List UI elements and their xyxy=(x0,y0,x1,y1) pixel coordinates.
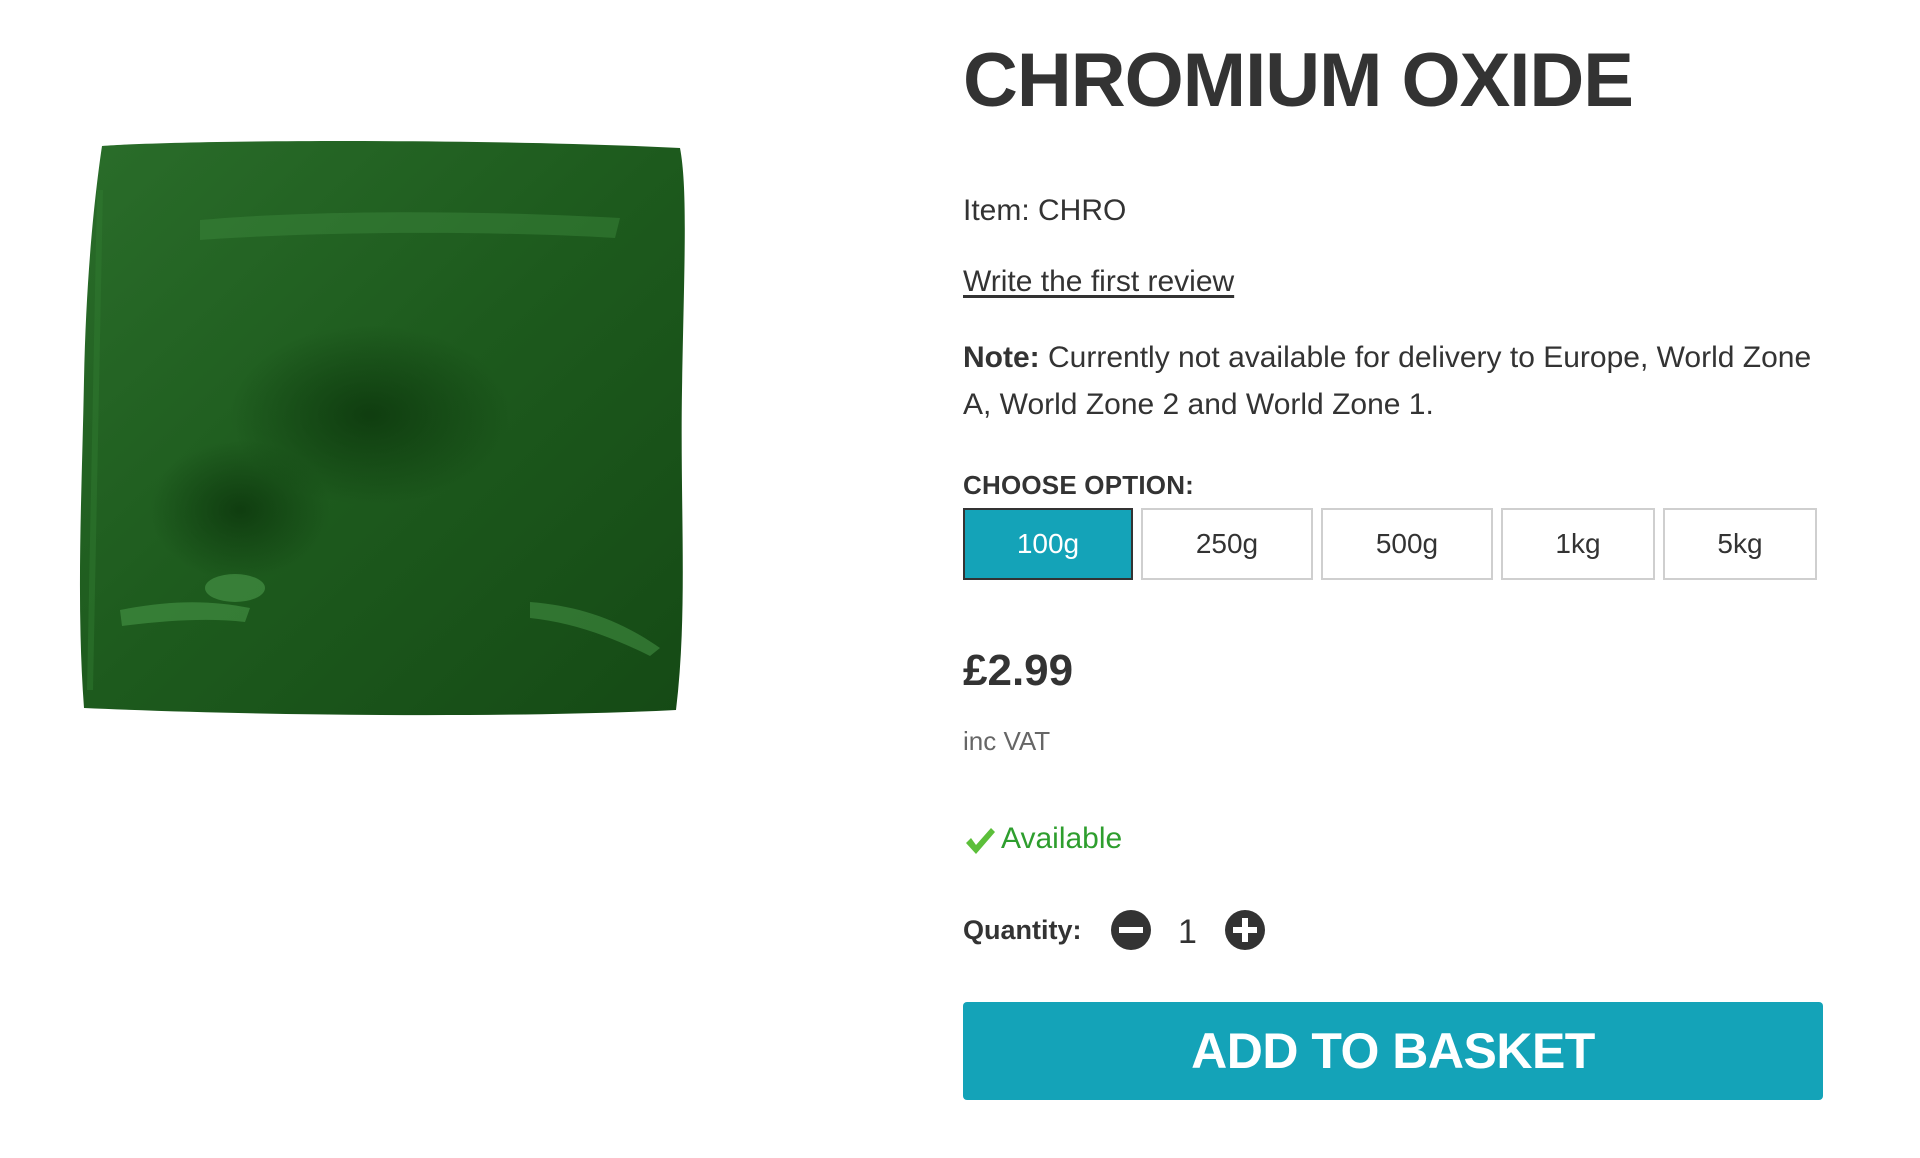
item-code: Item: CHRO xyxy=(963,194,1127,227)
vat-note: inc VAT xyxy=(963,726,1051,756)
note-text: Currently not available for delivery to … xyxy=(963,341,1812,421)
option-100g[interactable]: 100g xyxy=(963,508,1133,580)
delivery-note: Note: Currently not available for delive… xyxy=(963,334,1833,428)
quantity-value[interactable]: 1 xyxy=(1152,913,1224,952)
write-review-link[interactable]: Write the first review xyxy=(963,262,1234,302)
checkmark-icon xyxy=(966,828,995,854)
quantity-label: Quantity: xyxy=(963,914,1082,945)
minus-circle-icon[interactable] xyxy=(1110,909,1152,951)
plus-circle-icon[interactable] xyxy=(1224,909,1266,951)
product-price: £2.99 xyxy=(963,646,1074,695)
quantity-stepper: Quantity: 1 xyxy=(963,905,1266,955)
option-500g[interactable]: 500g xyxy=(1321,508,1493,580)
add-to-basket-button[interactable]: ADD TO BASKET xyxy=(963,1002,1823,1100)
product-page: CHROMIUM OXIDE Item: CHRO Write the firs… xyxy=(0,0,1920,1158)
option-5kg[interactable]: 5kg xyxy=(1663,508,1817,580)
option-250g[interactable]: 250g xyxy=(1141,508,1313,580)
product-image xyxy=(60,130,700,730)
choose-option-label: CHOOSE OPTION: xyxy=(963,470,1195,500)
availability-text: Available xyxy=(1001,822,1123,855)
product-title: CHROMIUM OXIDE xyxy=(963,38,1634,123)
availability-status: Available xyxy=(963,820,1122,858)
option-1kg[interactable]: 1kg xyxy=(1501,508,1655,580)
note-label: Note: xyxy=(963,341,1040,374)
